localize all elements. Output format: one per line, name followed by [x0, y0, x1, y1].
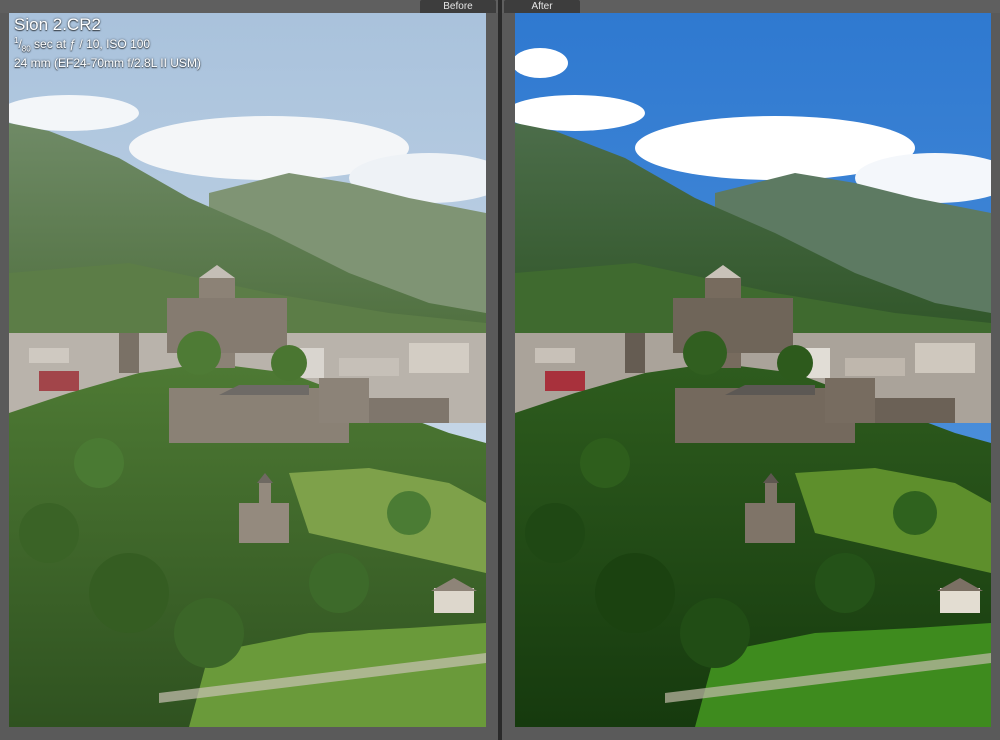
before-label[interactable]: Before: [420, 0, 496, 13]
shutter-denominator: 80: [21, 44, 31, 54]
filename: Sion 2.CR2: [14, 15, 101, 34]
after-label[interactable]: After: [504, 0, 580, 13]
image-metadata-overlay: Sion 2.CR2 1/80 sec at ƒ / 10, ISO 100 2…: [14, 16, 201, 69]
after-photo: [515, 13, 991, 727]
exposure-info: 1/80 sec at ƒ / 10, ISO 100: [14, 35, 151, 54]
exposure-rest: sec at ƒ / 10, ISO 100: [30, 36, 151, 51]
after-image-panel[interactable]: [515, 13, 991, 727]
before-image-panel[interactable]: Sion 2.CR2 1/80 sec at ƒ / 10, ISO 100 2…: [9, 13, 486, 727]
before-photo: [9, 13, 486, 727]
compare-divider[interactable]: [498, 0, 502, 740]
lens-info: 24 mm (EF24-70mm f/2.8L II USM): [14, 55, 201, 70]
shutter-numerator: 1: [14, 35, 19, 45]
